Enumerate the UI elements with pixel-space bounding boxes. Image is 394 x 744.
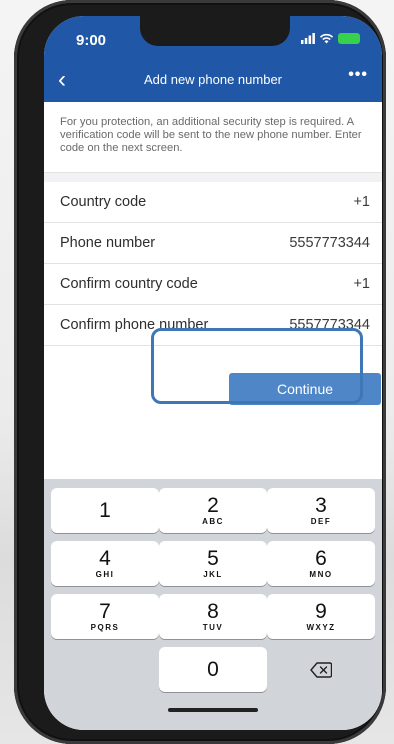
key-letters: TUV xyxy=(202,623,224,632)
numeric-keypad: 1 2 ABC 3 DEF 4 GHI 5 JKL 6 MNO 7 PQRS 8… xyxy=(44,479,382,730)
field-value: +1 xyxy=(353,194,370,210)
key-letters: GHI xyxy=(95,570,115,579)
field-label: Confirm country code xyxy=(60,276,198,292)
wifi-icon xyxy=(319,33,334,44)
key-4[interactable]: 4 GHI xyxy=(51,541,159,586)
signal-icon xyxy=(301,33,315,44)
key-5[interactable]: 5 JKL xyxy=(159,541,267,586)
key-digit: 7 xyxy=(99,600,111,623)
continue-button[interactable]: Continue xyxy=(229,373,381,405)
field-value: +1 xyxy=(353,276,370,292)
field-value: 5557773344 xyxy=(289,317,370,333)
country-code-field[interactable]: Country code +1 xyxy=(44,182,382,223)
key-digit: 4 xyxy=(99,547,111,570)
key-digit: 3 xyxy=(315,494,327,517)
key-7[interactable]: 7 PQRS xyxy=(51,594,159,639)
key-0[interactable]: 0 xyxy=(159,647,267,692)
field-label: Phone number xyxy=(60,235,156,251)
key-digit: 5 xyxy=(207,547,219,570)
key-letters: MNO xyxy=(309,570,333,579)
battery-icon xyxy=(338,33,360,44)
backspace-key[interactable] xyxy=(267,647,375,692)
backspace-icon xyxy=(310,661,332,678)
key-digit: 0 xyxy=(207,658,219,681)
field-value: 5557773344 xyxy=(289,235,370,251)
key-letters: DEF xyxy=(310,517,332,526)
key-letters: ABC xyxy=(202,517,224,526)
phone-frame: 9:00 ‹ Add new phone number ••• For you … xyxy=(14,0,386,744)
key-letters: PQRS xyxy=(90,623,120,632)
key-letters: WXYZ xyxy=(306,623,336,632)
key-digit: 2 xyxy=(207,494,219,517)
status-icons xyxy=(301,33,360,44)
field-label: Country code xyxy=(60,194,147,210)
field-label: Confirm phone number xyxy=(60,317,209,333)
status-time: 9:00 xyxy=(76,32,107,49)
page-title: Add new phone number xyxy=(143,72,283,87)
key-digit: 8 xyxy=(207,600,219,623)
section-divider xyxy=(44,172,382,182)
key-6[interactable]: 6 MNO xyxy=(267,541,375,586)
key-1[interactable]: 1 xyxy=(51,488,159,533)
key-9[interactable]: 9 WXYZ xyxy=(267,594,375,639)
more-options-button[interactable]: ••• xyxy=(348,66,368,84)
key-digit: 1 xyxy=(99,499,111,522)
screen: 9:00 ‹ Add new phone number ••• For you … xyxy=(44,16,382,730)
key-2[interactable]: 2 ABC xyxy=(159,488,267,533)
security-notice: For you protection, an additional securi… xyxy=(60,116,362,154)
key-digit: 6 xyxy=(315,547,327,570)
key-digit: 9 xyxy=(315,600,327,623)
key-3[interactable]: 3 DEF xyxy=(267,488,375,533)
confirm-country-code-field[interactable]: Confirm country code +1 xyxy=(44,264,382,305)
phone-number-field[interactable]: Phone number 5557773344 xyxy=(44,223,382,264)
camera-notch xyxy=(140,16,290,46)
key-8[interactable]: 8 TUV xyxy=(159,594,267,639)
confirm-phone-number-field[interactable]: Confirm phone number 5557773344 xyxy=(44,305,382,346)
key-letters: JKL xyxy=(203,570,223,579)
home-indicator[interactable] xyxy=(168,708,258,712)
